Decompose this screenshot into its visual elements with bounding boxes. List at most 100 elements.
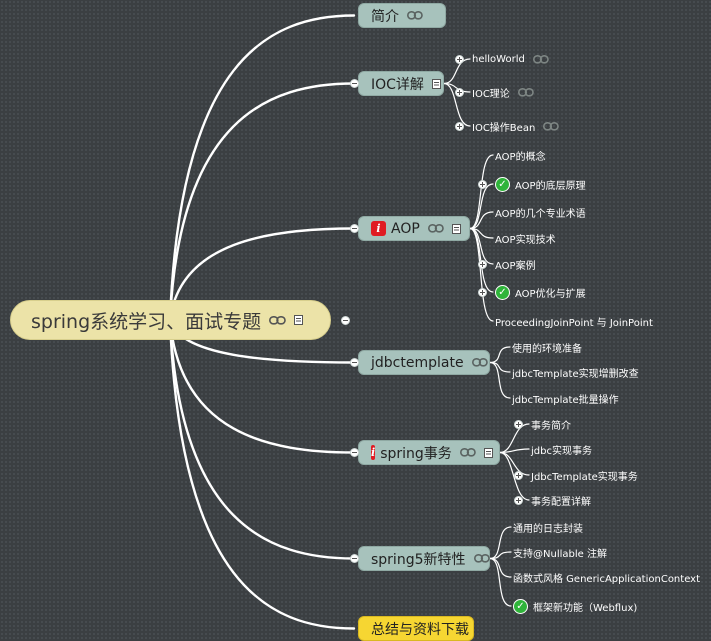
check-circle-icon: ✓ — [495, 284, 510, 300]
topic-label: spring5新特性 — [371, 551, 466, 568]
subtopic-aop-1[interactable]: ✓ AOP的底层原理 — [495, 175, 586, 193]
note-icon[interactable] — [431, 78, 441, 89]
link-icon[interactable] — [473, 554, 490, 563]
subtopic-label: 函数式风格 GenericApplicationContext — [513, 573, 701, 585]
collapse-toggle-ioc[interactable] — [349, 79, 359, 88]
edge-s5-0 — [489, 526, 512, 560]
subtopic-label: 通用的日志封装 — [513, 523, 583, 535]
root-topic-label: spring系统学习、面试专题 — [31, 310, 262, 333]
subtopic-jdbc-2[interactable]: jdbcTemplate批量操作 — [512, 389, 619, 407]
subtopic-jdbc-1[interactable]: jdbcTemplate实现增删改查 — [512, 363, 639, 381]
subtopic-s5-3[interactable]: ✓ 框架新功能（Webflux) — [513, 597, 637, 615]
subtopic-label: 支持@Nullable 注解 — [513, 548, 607, 560]
expand-toggle-tx-0[interactable] — [513, 419, 523, 429]
subtopic-ioc-1[interactable]: IOC理论 — [472, 83, 534, 101]
subtopic-tx-2[interactable]: JdbcTemplate实现事务 — [531, 466, 638, 484]
edge-jdbc-1 — [489, 361, 511, 373]
link-icon[interactable] — [407, 11, 423, 20]
subtopic-tx-1[interactable]: jdbc实现事务 — [531, 440, 592, 458]
subtopic-label: 事务配置详解 — [531, 496, 591, 508]
subtopic-label: ProceedingJoinPoint 与 JoinPoint — [495, 317, 653, 329]
topic-s5[interactable]: spring5新特性 — [358, 546, 490, 571]
edge-root-s5 — [168, 318, 356, 560]
topic-label: jdbctemplate — [371, 354, 464, 371]
subtopic-ioc-0[interactable]: helloWorld — [472, 50, 549, 68]
subtopic-aop-2[interactable]: AOP的几个专业术语 — [495, 203, 586, 221]
topic-jdbc[interactable]: jdbctemplate — [358, 350, 490, 375]
topic-aop[interactable]: i AOP — [358, 216, 470, 241]
link-icon[interactable] — [269, 315, 286, 325]
subtopic-tx-3[interactable]: 事务配置详解 — [531, 491, 591, 509]
subtopic-ioc-2[interactable]: IOC操作Bean — [472, 117, 560, 135]
warning-flag-icon: i — [371, 445, 376, 460]
subtopic-s5-2[interactable]: 函数式风格 GenericApplicationContext — [513, 568, 700, 586]
expand-toggle-tx-2[interactable] — [513, 470, 523, 480]
expand-toggle-aop-1[interactable] — [477, 179, 487, 189]
edge-aop-0 — [469, 154, 494, 230]
link-icon[interactable] — [532, 54, 549, 64]
note-icon[interactable] — [483, 447, 493, 458]
subtopic-tx-0[interactable]: 事务简介 — [531, 415, 571, 433]
edge-s5-3 — [489, 557, 512, 607]
subtopic-label: jdbcTemplate实现增删改查 — [512, 368, 639, 380]
link-icon[interactable] — [517, 87, 534, 97]
edge-aop-1 — [469, 183, 494, 230]
topic-label: spring事务 — [380, 445, 452, 462]
expand-toggle-aop-5[interactable] — [477, 287, 487, 297]
warning-flag-icon: i — [371, 221, 386, 236]
subtopic-label: AOP的底层原理 — [515, 180, 586, 192]
link-icon[interactable] — [459, 448, 476, 457]
topic-label: 总结与资料下载 — [371, 621, 469, 638]
subtopic-label: 使用的环境准备 — [512, 343, 582, 355]
subtopic-aop-5[interactable]: ✓ AOP优化与扩展 — [495, 283, 586, 301]
link-icon[interactable] — [543, 121, 560, 131]
collapse-toggle-root[interactable] — [340, 315, 350, 325]
link-icon[interactable] — [471, 358, 488, 367]
collapse-toggle-tx[interactable] — [349, 448, 359, 457]
topic-intro[interactable]: 简介 — [358, 3, 446, 28]
collapse-toggle-jdbc[interactable] — [349, 358, 359, 367]
subtopic-aop-4[interactable]: AOP案例 — [495, 255, 536, 273]
subtopic-label: AOP优化与扩展 — [515, 288, 586, 300]
edge-aop-6 — [469, 227, 494, 322]
expand-toggle-aop-4[interactable] — [477, 259, 487, 269]
note-icon[interactable] — [294, 315, 304, 325]
topic-label: IOC详解 — [371, 76, 424, 93]
collapse-toggle-aop[interactable] — [349, 224, 359, 233]
topic-summary[interactable]: 总结与资料下载 — [358, 616, 474, 641]
topic-tx[interactable]: i spring事务 — [358, 440, 500, 465]
expand-toggle-ioc-2[interactable] — [454, 121, 464, 131]
subtopic-label: AOP实现技术 — [495, 234, 556, 246]
subtopic-label: helloWorld — [472, 53, 525, 65]
subtopic-label: IOC理论 — [472, 88, 510, 100]
subtopic-label: AOP的概念 — [495, 151, 546, 163]
note-icon[interactable] — [451, 223, 461, 234]
expand-toggle-tx-3[interactable] — [513, 495, 523, 505]
subtopic-aop-3[interactable]: AOP实现技术 — [495, 229, 556, 247]
subtopic-s5-1[interactable]: 支持@Nullable 注解 — [513, 543, 607, 561]
subtopic-aop-0[interactable]: AOP的概念 — [495, 146, 546, 164]
subtopic-label: JdbcTemplate实现事务 — [531, 471, 638, 483]
subtopic-aop-6[interactable]: ProceedingJoinPoint 与 JoinPoint — [495, 312, 653, 330]
subtopic-s5-0[interactable]: 通用的日志封装 — [513, 518, 583, 536]
subtopic-label: AOP的几个专业术语 — [495, 208, 586, 220]
edge-tx-0 — [499, 423, 530, 454]
subtopic-label: 事务简介 — [531, 420, 571, 432]
subtopic-label: 框架新功能（Webflux) — [533, 602, 638, 614]
topic-ioc[interactable]: IOC详解 — [358, 71, 444, 96]
collapse-toggle-s5[interactable] — [349, 554, 359, 563]
subtopic-jdbc-0[interactable]: 使用的环境准备 — [512, 338, 582, 356]
subtopic-label: jdbc实现事务 — [531, 445, 592, 457]
expand-toggle-ioc-0[interactable] — [454, 54, 464, 64]
edge-root-summary — [168, 318, 356, 630]
expand-toggle-ioc-1[interactable] — [454, 87, 464, 97]
edge-root-ioc — [168, 82, 356, 322]
link-icon[interactable] — [427, 224, 444, 233]
root-topic[interactable]: spring系统学习、面试专题 — [10, 300, 331, 340]
topic-label: AOP — [391, 220, 420, 237]
check-circle-icon: ✓ — [513, 598, 528, 614]
edge-jdbc-0 — [489, 346, 511, 364]
topic-label: 简介 — [371, 8, 399, 25]
check-circle-icon: ✓ — [495, 176, 510, 192]
subtopic-label: jdbcTemplate批量操作 — [512, 394, 619, 406]
